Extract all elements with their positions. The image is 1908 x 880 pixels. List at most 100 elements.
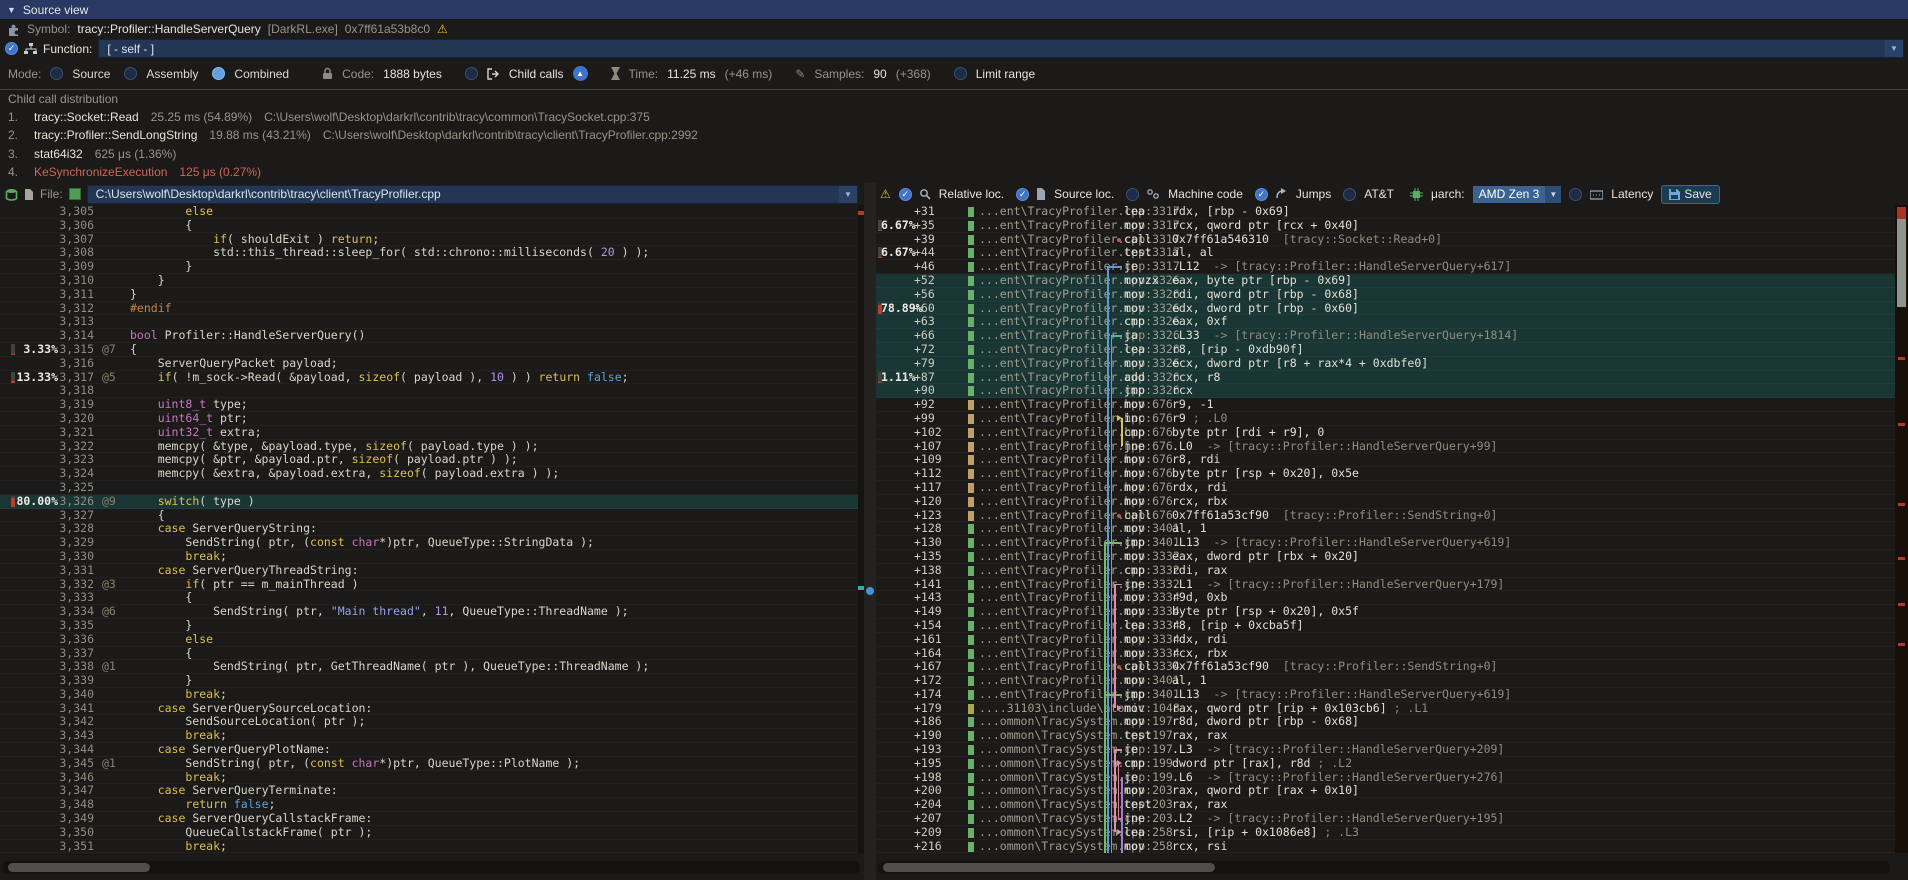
asm-instruction-row[interactable]: +120...ent\TracyProfiler.hpp:676movrcx, …: [876, 495, 1895, 509]
source-location[interactable]: ...ent\TracyProfiler.cpp:3401: [979, 688, 1180, 702]
asm-instruction-row[interactable]: +90...ent\TracyProfiler.cpp:3326jmprcx: [876, 384, 1895, 398]
asm-instruction-row[interactable]: +66...ent\TracyProfiler.cpp:3326ja.L33 -…: [876, 329, 1895, 343]
asm-instruction-row[interactable]: +128...ent\TracyProfiler.cpp:3401moval, …: [876, 522, 1895, 536]
source-line-row[interactable]: 3,350 QueueCallstackFrame( ptr );: [0, 826, 864, 840]
source-line-row[interactable]: 3,331 case ServerQueryThreadString:: [0, 564, 864, 578]
chevron-down-icon[interactable]: ▼: [1545, 186, 1561, 203]
line-number[interactable]: 3,322: [58, 440, 94, 454]
line-number[interactable]: 3,321: [58, 426, 94, 440]
source-line-row[interactable]: 3,341 case ServerQuerySourceLocation:: [0, 702, 864, 716]
line-number[interactable]: 3,345: [58, 757, 94, 771]
line-number[interactable]: 3,335: [58, 619, 94, 633]
mode-radio-combined[interactable]: [212, 67, 225, 80]
source-line-row[interactable]: 3,336 else: [0, 633, 864, 647]
source-line-row[interactable]: 3,313: [0, 315, 864, 329]
source-line-row[interactable]: 3,322 memcpy( &type, &payload.type, size…: [0, 440, 864, 454]
line-number[interactable]: 3,320: [58, 412, 94, 426]
line-number[interactable]: 3,351: [58, 840, 94, 853]
line-number[interactable]: 3,350: [58, 826, 94, 840]
save-button[interactable]: Save: [1661, 185, 1719, 204]
window-titlebar[interactable]: ▼ Source view: [0, 0, 1908, 19]
source-location[interactable]: ...ent\TracyProfiler.cpp:3332: [979, 564, 1180, 578]
source-line-row[interactable]: 3,310 }: [0, 274, 864, 288]
collapse-icon[interactable]: ▼: [7, 5, 16, 15]
asm-instruction-row[interactable]: +109...ent\TracyProfiler.hpp:676movr8, r…: [876, 453, 1895, 467]
source-location[interactable]: ...ent\TracyProfiler.cpp:3332: [979, 550, 1180, 564]
source-line-row[interactable]: 80.00%3,326@9 switch( type ): [0, 495, 864, 509]
assembly-vertical-scrollbar[interactable]: [1895, 205, 1908, 853]
line-number[interactable]: 3,339: [58, 674, 94, 688]
source-line-row[interactable]: 3,307 if( shouldExit ) return;: [0, 233, 864, 247]
asm-instruction-row[interactable]: +174...ent\TracyProfiler.cpp:3401jmp.L13…: [876, 688, 1895, 702]
source-line-row[interactable]: 3,345@1 SendString( ptr, (const char*)pt…: [0, 757, 864, 771]
asm-instruction-row[interactable]: +200...ommon\TracySystem.cpp:203movrax, …: [876, 784, 1895, 798]
asm-instruction-row[interactable]: +52...ent\TracyProfiler.cpp:3326movzxeax…: [876, 274, 1895, 288]
source-location[interactable]: ...ent\TracyProfiler.cpp:3334: [979, 633, 1180, 647]
source-line-row[interactable]: 3,347 case ServerQueryTerminate:: [0, 784, 864, 798]
line-number[interactable]: 3,332: [58, 578, 94, 592]
source-line-row[interactable]: 3,323 memcpy( &ptr, &payload.ptr, sizeof…: [0, 453, 864, 467]
source-line-row[interactable]: 3,327 {: [0, 509, 864, 523]
source-location[interactable]: ...ent\TracyProfiler.cpp:3317: [979, 205, 1180, 219]
line-number[interactable]: 3,324: [58, 467, 94, 481]
source-line-row[interactable]: 3,337 {: [0, 647, 864, 661]
source-line-row[interactable]: 3,346 break;: [0, 771, 864, 785]
toggle-machine-code[interactable]: [1126, 188, 1139, 201]
toggle-label[interactable]: Relative loc.: [939, 187, 1004, 201]
source-location[interactable]: ...ent\TracyProfiler.cpp:3326: [979, 384, 1180, 398]
line-number[interactable]: 3,334: [58, 605, 94, 619]
asm-instruction-row[interactable]: +207...ommon\TracySystem.cpp:203jne.L2 -…: [876, 812, 1895, 826]
asm-instruction-row[interactable]: +79...ent\TracyProfiler.cpp:3326movecx, …: [876, 357, 1895, 371]
toggle-at-t[interactable]: [1343, 188, 1356, 201]
asm-instruction-row[interactable]: +112...ent\TracyProfiler.hpp:676movbyte …: [876, 467, 1895, 481]
line-number[interactable]: 3,330: [58, 550, 94, 564]
line-number[interactable]: 3,309: [58, 260, 94, 274]
child-call-item[interactable]: 2.tracy::Profiler::SendLongString19.88 m…: [0, 126, 1908, 144]
mode-radio-label[interactable]: Assembly: [146, 67, 198, 81]
source-location[interactable]: ...ent\TracyProfiler.cpp:3334: [979, 619, 1180, 633]
toggle-label[interactable]: Jumps: [1296, 187, 1331, 201]
source-line-row[interactable]: 3,325: [0, 481, 864, 495]
source-line-row[interactable]: 3,309 }: [0, 260, 864, 274]
asm-instruction-row[interactable]: +149...ent\TracyProfiler.cpp:3334movbyte…: [876, 605, 1895, 619]
line-number[interactable]: 3,315: [58, 343, 94, 357]
source-line-row[interactable]: 13.33%3,317@5 if( !m_sock->Read( &payloa…: [0, 371, 864, 385]
source-location[interactable]: ...ent\TracyProfiler.cpp:3326: [979, 343, 1180, 357]
line-number[interactable]: 3,336: [58, 633, 94, 647]
asm-instruction-row[interactable]: +216...ommon\TracySystem.cpp:258movrcx, …: [876, 840, 1895, 853]
source-line-row[interactable]: 3,338@1 SendString( ptr, GetThreadName( …: [0, 660, 864, 674]
source-location[interactable]: ...ent\TracyProfiler.cpp:3326: [979, 357, 1180, 371]
source-location[interactable]: ...ent\TracyProfiler.cpp:3401: [979, 674, 1180, 688]
asm-instruction-row[interactable]: +204...ommon\TracySystem.cpp:203testrax,…: [876, 798, 1895, 812]
asm-instruction-row[interactable]: +190...ommon\TracySystem.cpp:197testrax,…: [876, 729, 1895, 743]
source-line-row[interactable]: 3,320 uint64_t ptr;: [0, 412, 864, 426]
line-number[interactable]: 3,337: [58, 647, 94, 661]
assembly-horizontal-scrollbar[interactable]: [878, 861, 1890, 874]
source-horizontal-scrollbar[interactable]: [2, 861, 860, 874]
source-line-row[interactable]: 3,351 break;: [0, 840, 864, 853]
line-number[interactable]: 3,311: [58, 288, 94, 302]
source-location[interactable]: ...ent\TracyProfiler.cpp:3317: [979, 219, 1180, 233]
source-line-row[interactable]: 3,339 }: [0, 674, 864, 688]
child-call-item[interactable]: 1.tracy::Socket::Read25.25 ms (54.89%)C:…: [0, 108, 1908, 126]
asm-instruction-row[interactable]: +102...ent\TracyProfiler.hpp:676cmpbyte …: [876, 426, 1895, 440]
asm-instruction-row[interactable]: +167...ent\TracyProfiler.cpp:3334call0x7…: [876, 660, 1895, 674]
scrollbar-thumb[interactable]: [883, 863, 1215, 872]
asm-instruction-row[interactable]: +193...ommon\TracySystem.cpp:197je.L3 ->…: [876, 743, 1895, 757]
line-number[interactable]: 3,327: [58, 509, 94, 523]
function-select[interactable]: [ - self - ] ▼: [98, 39, 1904, 58]
source-line-row[interactable]: 3,332@3 if( ptr == m_mainThread ): [0, 578, 864, 592]
asm-instruction-row[interactable]: +143...ent\TracyProfiler.cpp:3334movr9d,…: [876, 591, 1895, 605]
asm-instruction-row[interactable]: +209...ommon\TracySystem.cpp:258learsi, …: [876, 826, 1895, 840]
line-number[interactable]: 3,319: [58, 398, 94, 412]
asm-instruction-row[interactable]: +154...ent\TracyProfiler.cpp:3334lear8, …: [876, 619, 1895, 633]
toggle-label[interactable]: Source loc.: [1054, 187, 1114, 201]
source-location[interactable]: ...ent\TracyProfiler.cpp:3326: [979, 371, 1180, 385]
mode-radio-source[interactable]: [50, 67, 63, 80]
toggle-label[interactable]: Machine code: [1168, 187, 1243, 201]
source-line-row[interactable]: 3,324 memcpy( &extra, &payload.extra, si…: [0, 467, 864, 481]
source-line-row[interactable]: 3,316 ServerQueryPacket payload;: [0, 357, 864, 371]
source-location[interactable]: ...ent\TracyProfiler.cpp:3326: [979, 288, 1180, 302]
source-line-row[interactable]: 3,311}: [0, 288, 864, 302]
source-line-row[interactable]: 3,330 break;: [0, 550, 864, 564]
